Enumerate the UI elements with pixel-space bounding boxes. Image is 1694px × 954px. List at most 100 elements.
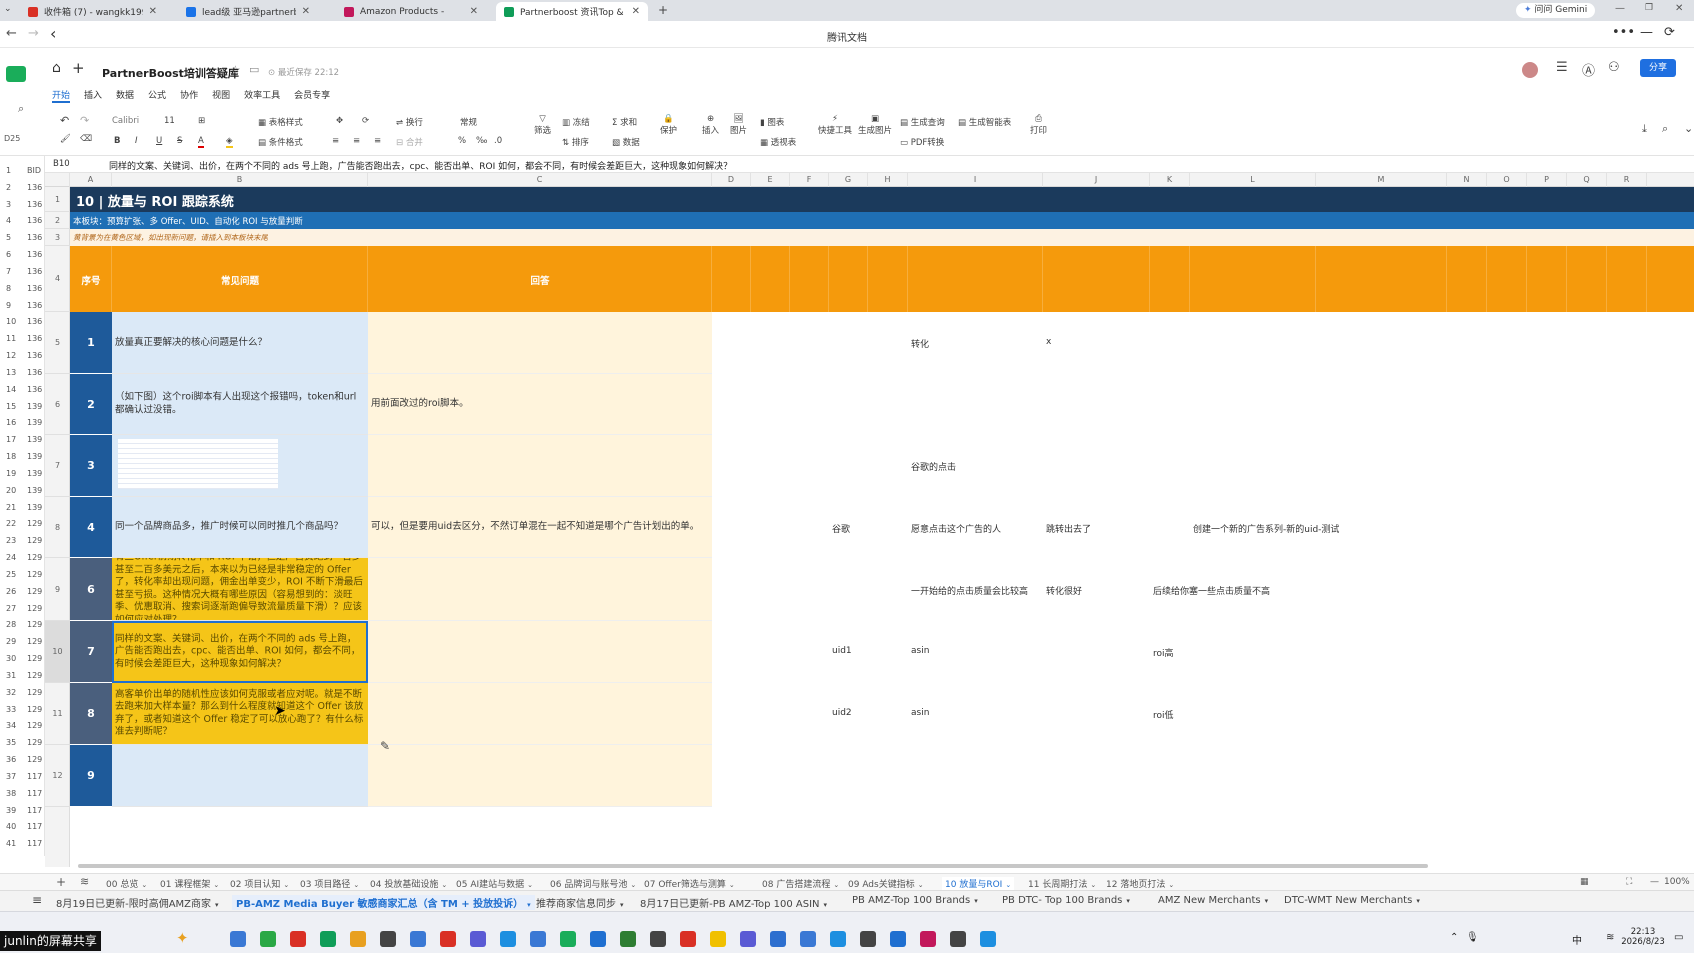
strikethrough-button[interactable]: S (177, 136, 182, 146)
font-color-icon[interactable]: A (198, 136, 204, 148)
browser-tab-1[interactable]: 收件箱 (7) - wangkk19940214 ✕ (20, 2, 165, 21)
menu-collab[interactable]: 协作 (180, 88, 198, 103)
underline-button[interactable]: U (156, 136, 162, 146)
bold-button[interactable]: B (114, 136, 120, 146)
column-header-a[interactable]: A (70, 173, 112, 187)
menu-view[interactable]: 视图 (212, 88, 230, 103)
sheet-tab[interactable]: 06 品牌词与账号池 ⌄ (550, 877, 636, 890)
app-icon[interactable] (860, 931, 876, 947)
align-left-icon[interactable]: ≡ (332, 136, 339, 146)
sheet-list-icon[interactable]: ≋ (80, 875, 89, 888)
shield-icon[interactable] (590, 931, 606, 947)
column-header-g[interactable]: G (829, 173, 868, 187)
close-window-button[interactable]: ✕ (1675, 3, 1683, 14)
collaborator-avatar[interactable] (1522, 62, 1538, 78)
row-header-2[interactable]: 2 (45, 212, 70, 229)
app-icon[interactable] (410, 931, 426, 947)
quick-tools-button[interactable]: ⚡ 快捷工具 (818, 114, 852, 136)
column-header-d[interactable]: D (712, 173, 751, 187)
column-header-h[interactable]: H (868, 173, 908, 187)
section-subtitle[interactable]: 本板块：预算扩张、多 Offer、UID、自动化 ROI 与放量判断 (73, 215, 303, 227)
font-name-select[interactable]: Calibri (112, 116, 156, 126)
workbook-tab[interactable]: DTC-WMT New Merchants ▾ (1284, 895, 1420, 906)
merge-button[interactable]: ⊟ 合并 (396, 136, 423, 148)
close-tab-icon[interactable]: ✕ (632, 6, 640, 17)
undo-icon[interactable]: ↶ (60, 114, 69, 127)
pdf-button[interactable]: ▭ PDF转换 (900, 136, 944, 148)
tray-chevron-icon[interactable]: ⌃ (1450, 932, 1458, 943)
row-header-11[interactable]: 11 (45, 683, 70, 745)
column-header-e[interactable]: E (751, 173, 790, 187)
row-header-7[interactable]: 7 (45, 435, 70, 497)
app-icon[interactable] (800, 931, 816, 947)
app-icon[interactable] (890, 931, 906, 947)
thousand-sep-icon[interactable]: ‰ (476, 136, 487, 146)
workbook-tab[interactable]: 推荐商家信息同步 ▾ (536, 895, 624, 910)
user-add-icon[interactable]: ⚇ (1608, 60, 1620, 75)
row-header-4[interactable]: 4 (45, 246, 70, 312)
widgets-icon[interactable]: ✦ (176, 929, 189, 947)
share-button[interactable]: 分享 (1640, 59, 1676, 77)
app-icon[interactable] (740, 931, 756, 947)
sheet-tab[interactable]: 05 AI建站与数据 ⌄ (456, 877, 533, 890)
folder-icon[interactable]: ▭ (249, 63, 259, 76)
clear-format-icon[interactable]: ⌫ (80, 134, 92, 144)
gen-smart-table-button[interactable]: ▤ 生成智能表 (958, 116, 1011, 128)
app-icon[interactable] (980, 931, 996, 947)
search-icon[interactable]: ⌕ (1662, 122, 1668, 136)
column-header-n[interactable]: N (1447, 173, 1487, 187)
row-header-6[interactable]: 6 (45, 374, 70, 435)
print-button[interactable]: ⎙ 打印 (1030, 114, 1047, 136)
menu-member[interactable]: 会员专享 (294, 88, 330, 103)
download-icon[interactable]: ⤓ (1642, 122, 1647, 136)
table-style-button[interactable]: ▦ 表格样式 (258, 116, 303, 128)
gen-image-button[interactable]: ▣ 生成图片 (858, 114, 892, 136)
font-size-select[interactable]: 11 (164, 116, 175, 126)
align-right-icon[interactable]: ≡ (374, 136, 381, 146)
column-header-m[interactable]: M (1316, 173, 1447, 187)
side-note[interactable]: 转化 (911, 337, 929, 350)
side-note[interactable]: 跳转出去了 (1046, 522, 1091, 535)
row-header-3[interactable]: 3 (45, 229, 70, 246)
doc-title[interactable]: PartnerBoost培训答疑库 (102, 65, 239, 81)
new-tab-button[interactable]: + (658, 3, 668, 17)
notification-icon[interactable]: ▭ (1674, 932, 1683, 943)
section-note[interactable]: 黄背景为在黄色区域，如出现新问题，请插入到本板块末尾 (73, 232, 268, 243)
close-tab-icon[interactable]: ✕ (302, 6, 310, 17)
sort-button[interactable]: ⇅ 排序 (562, 136, 589, 148)
column-header-p[interactable]: P (1527, 173, 1567, 187)
sum-button[interactable]: Σ 求和 (612, 116, 637, 128)
column-header-q[interactable]: Q (1567, 173, 1607, 187)
horizontal-scrollbar[interactable] (78, 864, 1428, 868)
zoom-level[interactable]: 100% (1664, 877, 1690, 887)
number-format-select[interactable]: 常规 (460, 116, 510, 128)
row-header-12[interactable]: 12 (45, 745, 70, 807)
freeze-button[interactable]: ▥ 冻结 (562, 116, 590, 128)
gen-query-button[interactable]: ▤ 生成查询 (900, 116, 945, 128)
zoom-out-icon[interactable]: — (1650, 877, 1659, 887)
fullscreen-icon[interactable]: ⛶ (1626, 877, 1632, 887)
app-icon[interactable] (500, 931, 516, 947)
side-note[interactable]: roi高 (1153, 646, 1174, 659)
fill-color-icon[interactable]: ◈ (226, 136, 233, 148)
border-icon[interactable]: ⊞ (198, 116, 205, 126)
pivot-button[interactable]: ▦ 透视表 (760, 136, 796, 148)
wechat-icon[interactable] (560, 931, 576, 947)
side-note[interactable]: 愿意点击这个广告的人 (911, 522, 1001, 535)
sheet-tab[interactable]: 07 Offer筛选与测算 ⌄ (644, 877, 735, 890)
workbook-tab[interactable]: 8月17日已更新-PB AMZ-Top 100 ASIN ▾ (640, 895, 827, 910)
chrome-icon[interactable] (320, 931, 336, 947)
workbook-menu-icon[interactable]: ≡ (32, 893, 42, 907)
menu-start[interactable]: 开始 (52, 88, 71, 103)
side-note[interactable]: x (1046, 337, 1051, 347)
row-header-10[interactable]: 10 (45, 621, 70, 683)
sheet-tab[interactable]: 00 总览 ⌄ (106, 877, 147, 890)
browser-tab-4[interactable]: Partnerboost 资讯Top & 商家 ✕ (496, 2, 648, 21)
italic-button[interactable]: I (135, 136, 138, 146)
formula-input[interactable]: 同样的文案、关键词、出价，在两个不同的 ads 号上跑，广告能否跑出去，cpc、… (109, 159, 732, 172)
sheet-tab[interactable]: 12 落地页打法 ⌄ (1106, 877, 1174, 890)
column-header-l[interactable]: L (1190, 173, 1316, 187)
excel-icon[interactable] (620, 931, 636, 947)
percent-icon[interactable]: % (458, 136, 466, 146)
mic-icon[interactable]: 🎙 (1466, 932, 1479, 943)
